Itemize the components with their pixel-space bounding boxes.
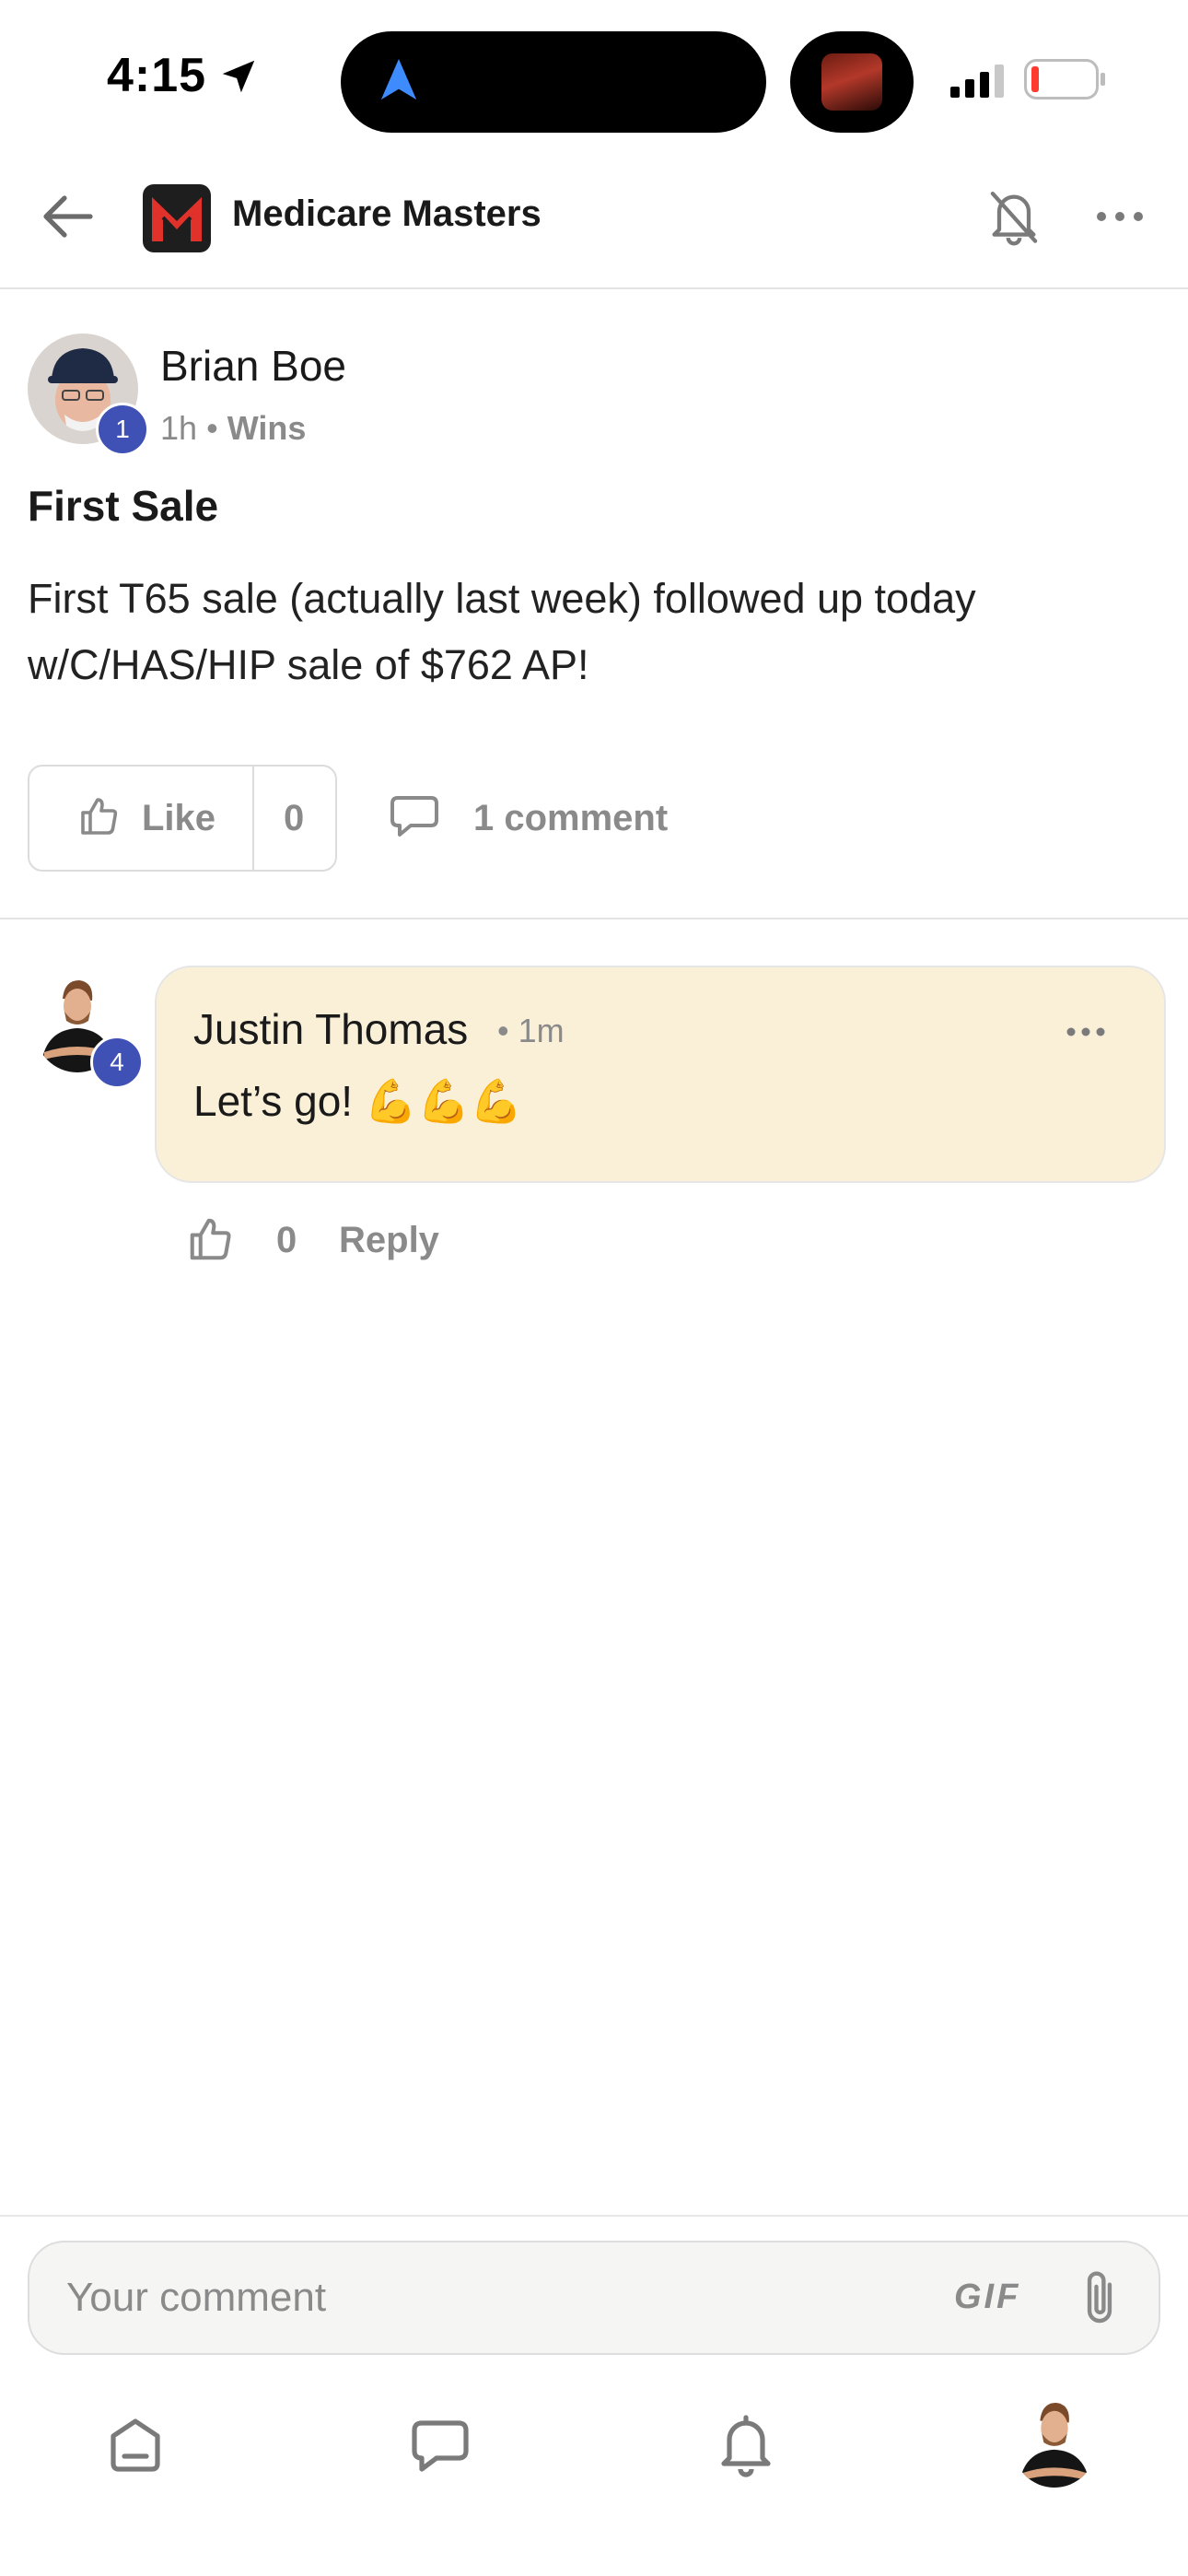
navigation-arrow-icon [380,59,417,100]
post-title: First Sale [28,482,219,530]
profile-tab-avatar[interactable] [1013,2399,1096,2488]
comment-like-count[interactable]: 0 [276,1220,297,1261]
community-logo[interactable] [143,184,211,252]
reply-button[interactable]: Reply [339,1220,439,1261]
chat-icon[interactable] [403,2406,477,2480]
meta-separator: • [206,409,218,447]
back-arrow-icon[interactable] [42,193,94,240]
more-options-icon[interactable] [1094,205,1146,228]
bell-off-icon[interactable] [987,187,1041,246]
attachment-icon[interactable] [1074,2266,1125,2331]
post-category[interactable]: Wins [227,409,307,447]
like-divider [252,765,254,872]
gif-button[interactable]: GIF [954,2277,1020,2317]
comment-more-icon[interactable] [1065,1021,1107,1043]
composer-divider [0,2215,1188,2217]
notifications-bell-icon[interactable] [709,2406,783,2480]
comment-author-name[interactable]: Justin Thomas [193,1004,468,1054]
level-badge: 1 [96,403,149,456]
comment-input[interactable] [66,2268,895,2327]
like-count[interactable]: 0 [284,798,304,839]
thumbs-up-icon[interactable] [77,794,122,838]
header-divider [0,287,1188,289]
like-label[interactable]: Like [142,798,215,839]
comment-bubble [155,966,1166,1183]
level-badge: 4 [90,1036,144,1089]
comment-time: • 1m [497,1012,565,1049]
post-divider [0,918,1188,919]
home-icon[interactable] [99,2406,172,2480]
comment-count-link[interactable]: 1 comment [473,798,668,839]
cellular-signal-icon [950,64,1004,98]
page-title: Medicare Masters [232,193,542,234]
post-meta: 1h • Wins [160,409,306,448]
album-art-thumbnail [821,53,882,111]
post-time: 1h [160,409,198,447]
post-body: First T65 sale (actually last week) foll… [28,575,976,688]
comment-text: Let’s go! 💪💪💪 [193,1077,523,1125]
status-time: 4:15 [107,49,207,102]
post-author-name[interactable]: Brian Boe [160,341,346,391]
thumbs-up-icon[interactable] [186,1214,236,1264]
location-arrow-icon [222,60,255,93]
battery-icon [1024,59,1105,100]
comment-bubble-icon[interactable] [389,794,440,840]
